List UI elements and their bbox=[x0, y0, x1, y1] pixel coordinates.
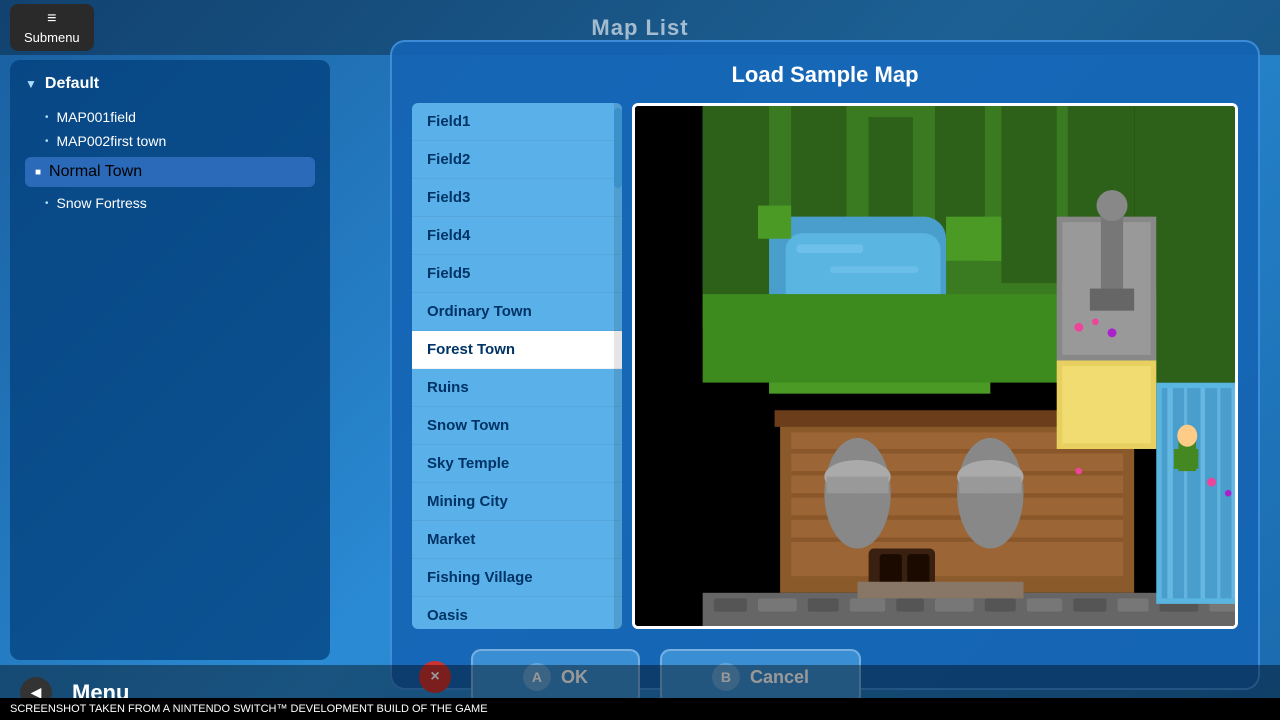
load-sample-map-dialog: Load Sample Map Field1 Field2 Field3 Fie… bbox=[390, 40, 1260, 690]
list-item[interactable]: Oasis bbox=[412, 597, 622, 629]
footer-disclaimer: SCREENSHOT TAKEN FROM A NINTENDO SWITCH™… bbox=[0, 698, 1280, 720]
list-item[interactable]: Field1 bbox=[412, 103, 622, 141]
list-item-selected[interactable]: Forest Town bbox=[412, 331, 622, 369]
map-preview-svg bbox=[635, 106, 1235, 626]
list-item[interactable]: Field3 bbox=[412, 179, 622, 217]
sidebar-item-normaltown[interactable]: Normal Town bbox=[25, 157, 315, 187]
sidebar-group-header: ▼ Default bbox=[25, 75, 315, 93]
list-item[interactable]: Ordinary Town bbox=[412, 293, 622, 331]
submenu-icon: ≡ bbox=[47, 10, 56, 28]
list-item[interactable]: Ruins bbox=[412, 369, 622, 407]
scrollbar[interactable] bbox=[614, 103, 622, 629]
list-item[interactable]: Mining City bbox=[412, 483, 622, 521]
sidebar-item-map002[interactable]: MAP002first town bbox=[25, 129, 315, 153]
list-item[interactable]: Market bbox=[412, 521, 622, 559]
list-item[interactable]: Field4 bbox=[412, 217, 622, 255]
submenu-label: Submenu bbox=[24, 30, 80, 45]
list-item[interactable]: Sky Temple bbox=[412, 445, 622, 483]
sidebar-item-map001[interactable]: MAP001field bbox=[25, 105, 315, 129]
map-list[interactable]: Field1 Field2 Field3 Field4 Field5 Ordin… bbox=[412, 103, 622, 629]
list-item[interactable]: Snow Town bbox=[412, 407, 622, 445]
list-item[interactable]: Field5 bbox=[412, 255, 622, 293]
submenu-button[interactable]: ≡ Submenu bbox=[10, 4, 94, 51]
map-preview-area bbox=[632, 103, 1238, 629]
list-item[interactable]: Field2 bbox=[412, 141, 622, 179]
dialog-content: Field1 Field2 Field3 Field4 Field5 Ordin… bbox=[412, 103, 1238, 629]
app-title: Map List bbox=[591, 15, 688, 41]
sidebar: ▼ Default MAP001field MAP002first town N… bbox=[10, 60, 330, 660]
sidebar-collapse-icon[interactable]: ▼ bbox=[25, 77, 37, 91]
map-list-container: Field1 Field2 Field3 Field4 Field5 Ordin… bbox=[412, 103, 622, 629]
list-item[interactable]: Fishing Village bbox=[412, 559, 622, 597]
scrollbar-thumb[interactable] bbox=[614, 108, 622, 188]
dialog-title: Load Sample Map bbox=[412, 62, 1238, 88]
sidebar-group-label: Default bbox=[45, 75, 99, 93]
sidebar-item-snowfortress[interactable]: Snow Fortress bbox=[25, 191, 315, 215]
